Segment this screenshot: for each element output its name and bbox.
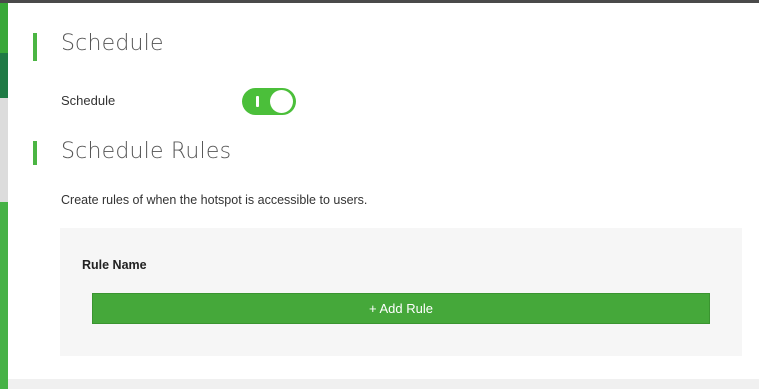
schedule-section-title: Schedule xyxy=(61,31,164,56)
add-rule-button[interactable]: + Add Rule xyxy=(92,293,710,324)
page: Schedule Schedule Schedule Rules Create … xyxy=(0,0,759,389)
section-marker xyxy=(33,33,37,61)
footer-strip xyxy=(8,379,759,389)
section-marker xyxy=(33,141,37,165)
toggle-knob xyxy=(270,90,293,113)
left-accent-bar-lower xyxy=(0,202,8,389)
schedule-toggle-label: Schedule xyxy=(61,93,116,108)
rules-table-panel: Rule Name + Add Rule xyxy=(60,228,742,356)
toggle-on-indicator-icon xyxy=(256,96,259,107)
schedule-rules-section-title: Schedule Rules xyxy=(61,139,232,164)
schedule-rules-description: Create rules of when the hotspot is acce… xyxy=(61,193,368,207)
left-active-indicator xyxy=(0,53,8,98)
top-border xyxy=(0,0,759,3)
left-accent-bar xyxy=(0,3,8,53)
schedule-toggle[interactable] xyxy=(242,88,296,115)
rule-name-column-header: Rule Name xyxy=(82,258,147,272)
